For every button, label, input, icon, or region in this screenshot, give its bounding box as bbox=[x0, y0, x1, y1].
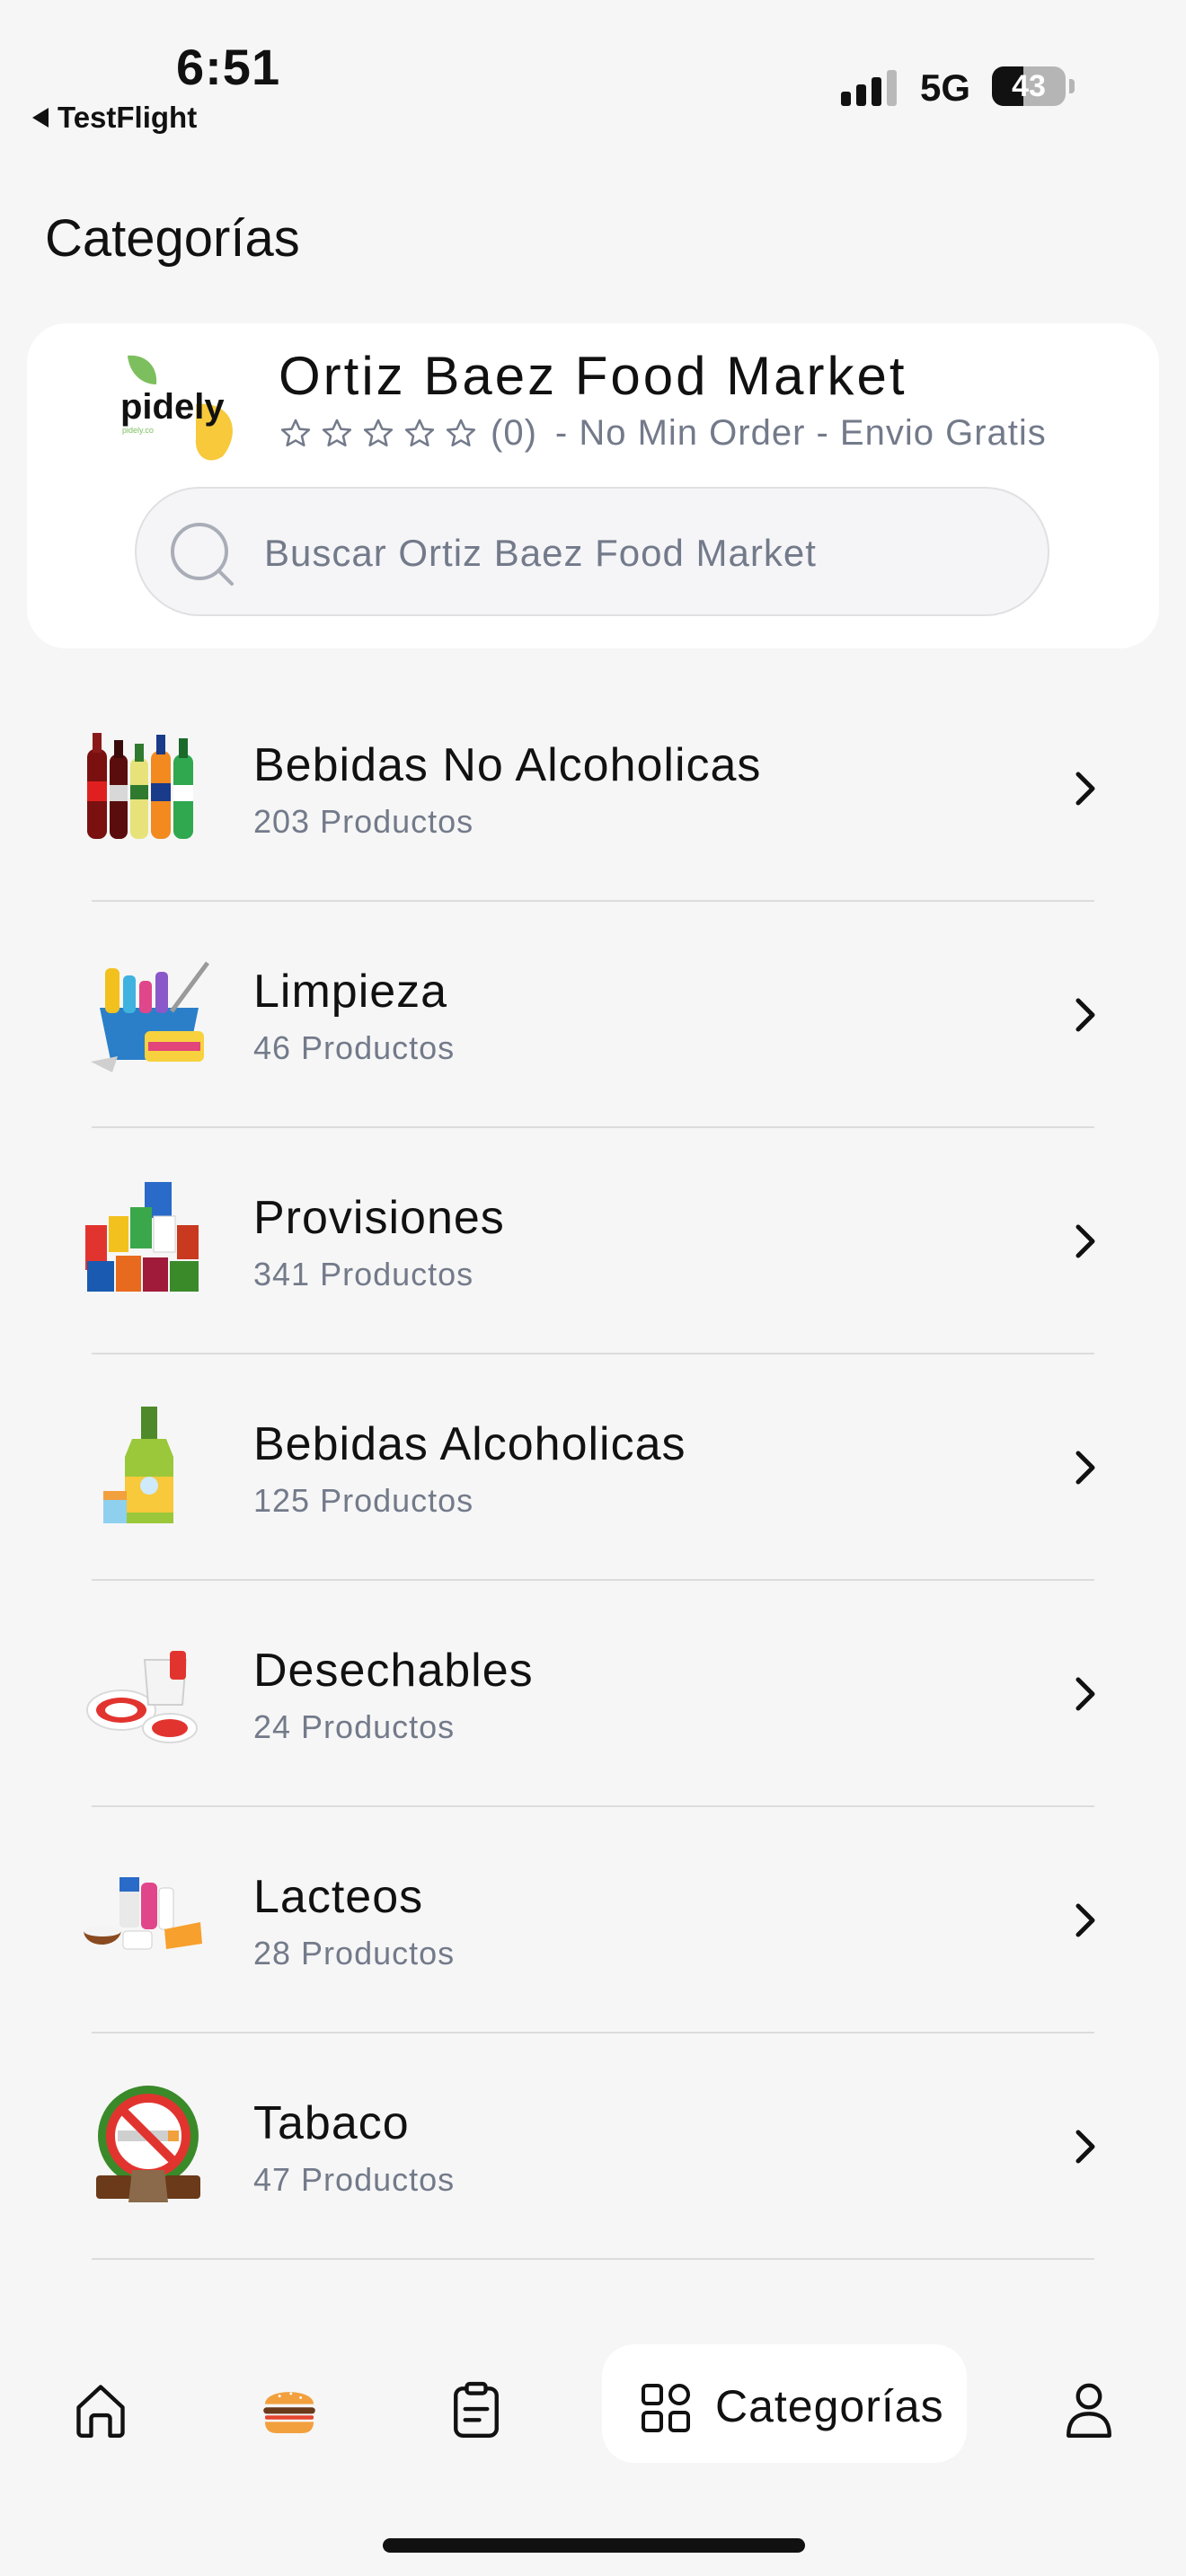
chevron-right-icon bbox=[1075, 1903, 1095, 1937]
chevron-right-icon bbox=[1075, 1451, 1095, 1485]
search-icon bbox=[171, 523, 234, 586]
home-icon bbox=[76, 2385, 125, 2438]
category-item[interactable]: Lacteos 28 Productos bbox=[0, 1807, 1186, 2033]
category-name: Bebidas No Alcoholicas bbox=[253, 739, 762, 791]
chevron-right-icon bbox=[1075, 1677, 1095, 1711]
category-count: 24 Productos bbox=[253, 1708, 456, 1745]
category-item[interactable]: Limpieza 46 Productos bbox=[0, 902, 1186, 1128]
chevron-right-icon bbox=[1075, 998, 1095, 1032]
search-input[interactable] bbox=[264, 525, 1019, 582]
logo-text: pidely bbox=[120, 387, 225, 427]
category-name: Bebidas Alcoholicas bbox=[253, 1418, 686, 1470]
battery-percentage: 43 bbox=[1012, 69, 1046, 103]
rating-stars bbox=[279, 417, 478, 451]
grid-icon bbox=[642, 2384, 690, 2432]
nav-home-button[interactable] bbox=[65, 2373, 137, 2445]
groceries-icon bbox=[85, 1182, 199, 1292]
category-count: 47 Productos bbox=[253, 2161, 456, 2198]
store-meta: (0) - No Min Order - Envio Gratis bbox=[279, 413, 1047, 454]
pidely-logo-icon: pidely pidely.co bbox=[120, 355, 233, 461]
nav-profile-button[interactable] bbox=[1053, 2373, 1125, 2445]
back-triangle-icon bbox=[32, 108, 49, 128]
store-name: Ortiz Baez Food Market bbox=[279, 346, 907, 406]
category-name: Limpieza bbox=[253, 966, 448, 1018]
nav-categories-label: Categorías bbox=[715, 2381, 944, 2431]
nav-categories-button[interactable]: Categorías bbox=[602, 2344, 967, 2463]
user-icon bbox=[1067, 2383, 1111, 2438]
category-name: Provisiones bbox=[253, 1192, 505, 1244]
star-icon bbox=[280, 419, 311, 446]
category-count: 28 Productos bbox=[253, 1935, 456, 1972]
logo-subtext: pidely.co bbox=[122, 426, 154, 435]
nav-orders-button[interactable] bbox=[440, 2373, 512, 2445]
battery-icon: 43 bbox=[992, 66, 1066, 106]
category-count: 46 Productos bbox=[253, 1029, 456, 1066]
divider bbox=[92, 2258, 1094, 2260]
category-name: Lacteos bbox=[253, 1871, 424, 1923]
category-item[interactable]: Provisiones 341 Productos bbox=[0, 1128, 1186, 1354]
status-bar: 6:51 TestFlight 5G 43 bbox=[0, 0, 1186, 144]
search-box[interactable] bbox=[135, 487, 1049, 616]
page-title: Categorías bbox=[45, 209, 300, 268]
store-header-card: pidely pidely.co Ortiz Baez Food Market … bbox=[27, 323, 1159, 648]
nav-menu-button[interactable] bbox=[253, 2373, 325, 2445]
home-indicator bbox=[383, 2538, 805, 2553]
store-tagline: - No Min Order - Envio Gratis bbox=[554, 413, 1047, 453]
chevron-right-icon bbox=[1075, 1224, 1095, 1258]
star-icon bbox=[322, 419, 352, 446]
category-name: Tabaco bbox=[253, 2097, 410, 2149]
cellular-signal-icon bbox=[841, 68, 897, 106]
category-item[interactable]: Tabaco 47 Productos bbox=[0, 2033, 1186, 2260]
chevron-right-icon bbox=[1075, 772, 1095, 806]
category-item[interactable]: Bebidas Alcoholicas 125 Productos bbox=[0, 1354, 1186, 1581]
burger-icon bbox=[263, 2392, 315, 2433]
bottom-navigation: Categorías bbox=[0, 2339, 1186, 2465]
category-count: 125 Productos bbox=[253, 1482, 474, 1519]
star-icon bbox=[446, 419, 476, 446]
chevron-right-icon bbox=[1075, 2130, 1095, 2164]
clipboard-icon bbox=[454, 2381, 499, 2438]
category-count: 341 Productos bbox=[253, 1256, 474, 1292]
category-name: Desechables bbox=[253, 1645, 534, 1697]
disposable-plates-icon bbox=[86, 1651, 198, 1743]
liquor-bottle-icon bbox=[103, 1407, 173, 1523]
back-to-testflight-link[interactable]: TestFlight bbox=[32, 101, 197, 135]
star-icon bbox=[363, 419, 394, 446]
category-count: 203 Productos bbox=[253, 803, 474, 840]
back-app-label: TestFlight bbox=[58, 101, 198, 134]
dairy-products-icon bbox=[84, 1877, 202, 1950]
star-icon bbox=[404, 419, 435, 446]
category-item[interactable]: Desechables 24 Productos bbox=[0, 1581, 1186, 1807]
soda-bottles-icon bbox=[87, 733, 193, 839]
category-list: Bebidas No Alcoholicas 203 Productos Limpi… bbox=[0, 675, 1186, 2260]
battery-tip bbox=[1069, 79, 1075, 93]
rating-count: (0) bbox=[491, 413, 537, 453]
no-smoking-icon bbox=[96, 2086, 200, 2202]
cleaning-supplies-icon bbox=[91, 961, 210, 1072]
category-item[interactable]: Bebidas No Alcoholicas 203 Productos bbox=[0, 675, 1186, 902]
network-type: 5G bbox=[920, 66, 971, 109]
status-time: 6:51 bbox=[176, 39, 281, 95]
